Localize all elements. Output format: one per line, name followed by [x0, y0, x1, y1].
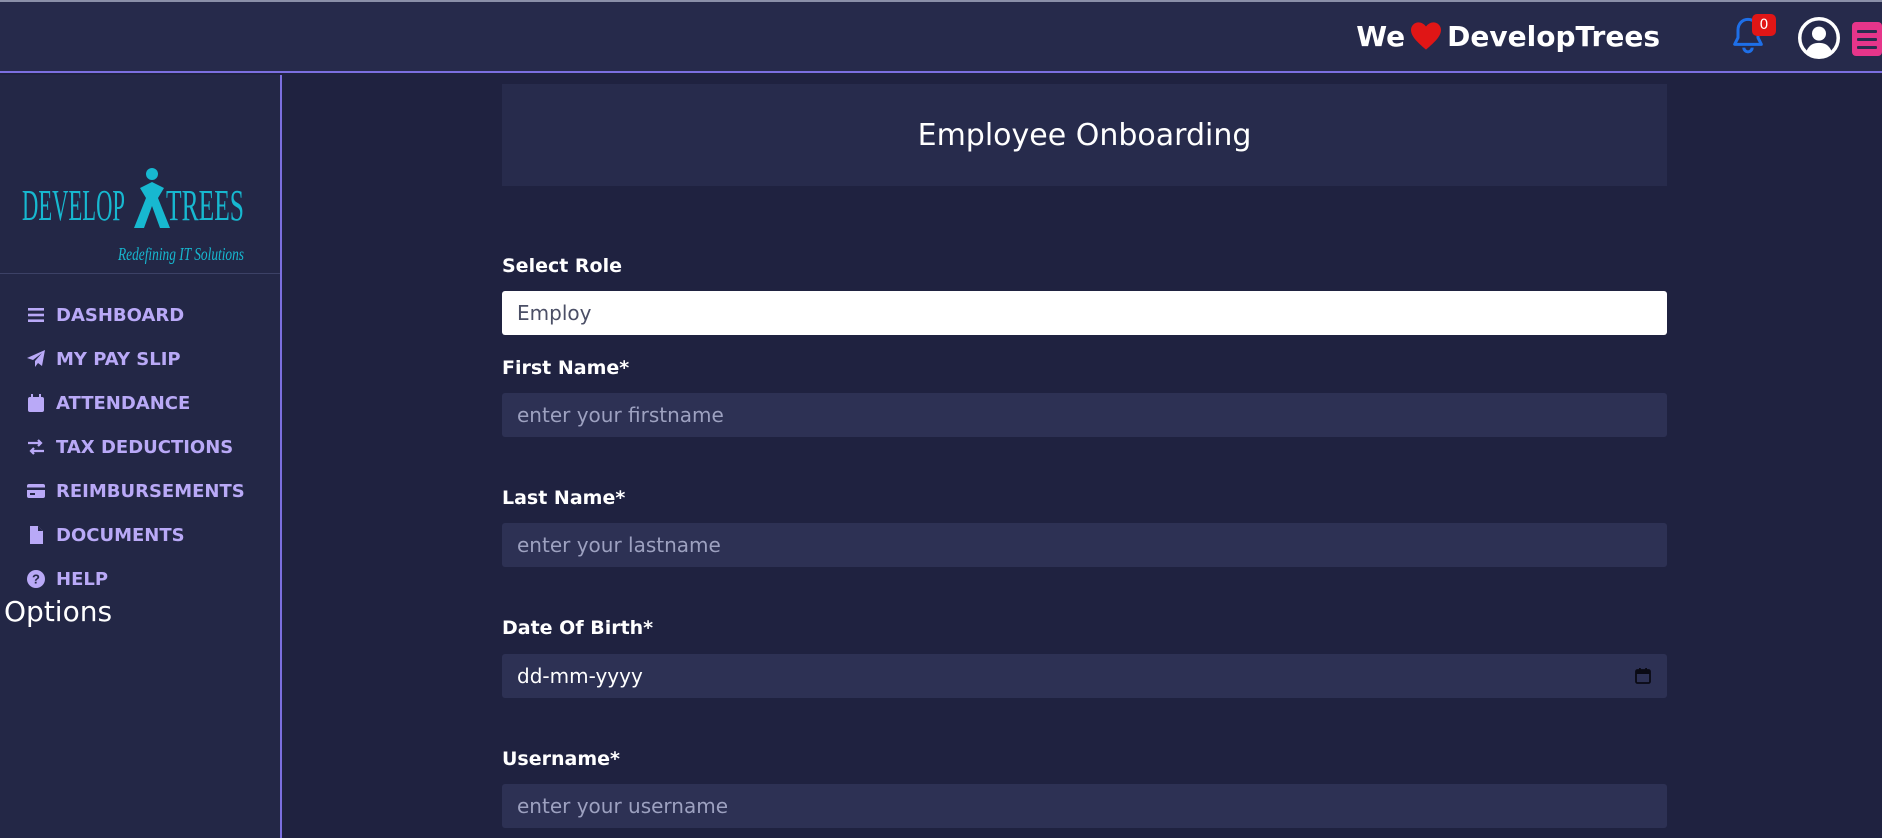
sidebar-item-dashboard[interactable]: DASHBOARD [26, 293, 245, 337]
svg-text:Redefining IT Solutions: Redefining IT Solutions [117, 244, 244, 264]
notification-badge[interactable]: 0 [1752, 14, 1776, 36]
options-heading: Options [4, 595, 113, 628]
last-name-field[interactable] [502, 523, 1667, 567]
sidebar-item-label: MY PAY SLIP [56, 348, 181, 370]
brand-prefix: We [1356, 19, 1406, 53]
first-name-label: First Name* [502, 357, 630, 379]
date-of-birth-label: Date Of Birth* [502, 617, 654, 639]
sidebar-item-label: ATTENDANCE [56, 392, 191, 414]
svg-text:TREES: TREES [166, 181, 244, 230]
first-name-field[interactable] [502, 393, 1667, 437]
username-field[interactable] [502, 784, 1667, 828]
credit-card-icon [27, 484, 45, 498]
exchange-icon [28, 439, 44, 455]
sidebar-item-tax-deductions[interactable]: TAX DEDUCTIONS [26, 425, 245, 469]
sidebar-item-attendance[interactable]: ATTENDANCE [26, 381, 245, 425]
date-of-birth-field[interactable]: dd-mm-yyyy [502, 654, 1667, 698]
sidebar-item-label: TAX DEDUCTIONS [56, 436, 234, 458]
brand-name: DevelopTrees [1447, 19, 1660, 53]
sidebar-item-documents[interactable]: DOCUMENTS [26, 513, 245, 557]
select-role-label: Select Role [502, 255, 623, 277]
page-title: Employee Onboarding [502, 84, 1667, 186]
heart-icon [1411, 22, 1442, 50]
user-avatar-icon[interactable] [1798, 17, 1840, 59]
paper-plane-icon [27, 350, 45, 367]
sidebar-item-reimbursements[interactable]: REIMBURSEMENTS [26, 469, 245, 513]
last-name-label: Last Name* [502, 487, 626, 509]
bars-icon [28, 308, 44, 322]
sidebar-item-label: HELP [56, 568, 109, 590]
username-label: Username* [502, 748, 620, 770]
developtrees-logo: DEVELOP TREES Redefining IT Solutions [22, 168, 244, 264]
sidebar-nav: DASHBOARD MY PAY SLIP ATTENDANCE TAX DED… [26, 293, 245, 601]
sidebar-item-label: REIMBURSEMENTS [56, 480, 245, 502]
question-circle-icon: ? [27, 570, 45, 588]
date-placeholder: dd-mm-yyyy [517, 664, 643, 688]
sidebar-item-label: DOCUMENTS [56, 524, 185, 546]
calendar-picker-icon[interactable] [1634, 667, 1652, 685]
role-select[interactable]: Employ [502, 291, 1667, 335]
sidebar: DEVELOP TREES Redefining IT Solutions DA… [0, 75, 282, 838]
calendar-icon [28, 394, 44, 412]
brand-tagline: We DevelopTrees [1356, 16, 1660, 56]
svg-text:DEVELOP: DEVELOP [22, 181, 125, 230]
top-navbar: We DevelopTrees 0 [0, 2, 1882, 73]
sidebar-item-my-pay-slip[interactable]: MY PAY SLIP [26, 337, 245, 381]
file-icon [30, 526, 43, 544]
svg-text:?: ? [32, 572, 40, 587]
sidebar-divider [0, 273, 280, 274]
sidebar-item-label: DASHBOARD [56, 304, 185, 326]
role-select-value: Employ [517, 301, 592, 325]
hamburger-menu-button[interactable] [1852, 22, 1882, 56]
